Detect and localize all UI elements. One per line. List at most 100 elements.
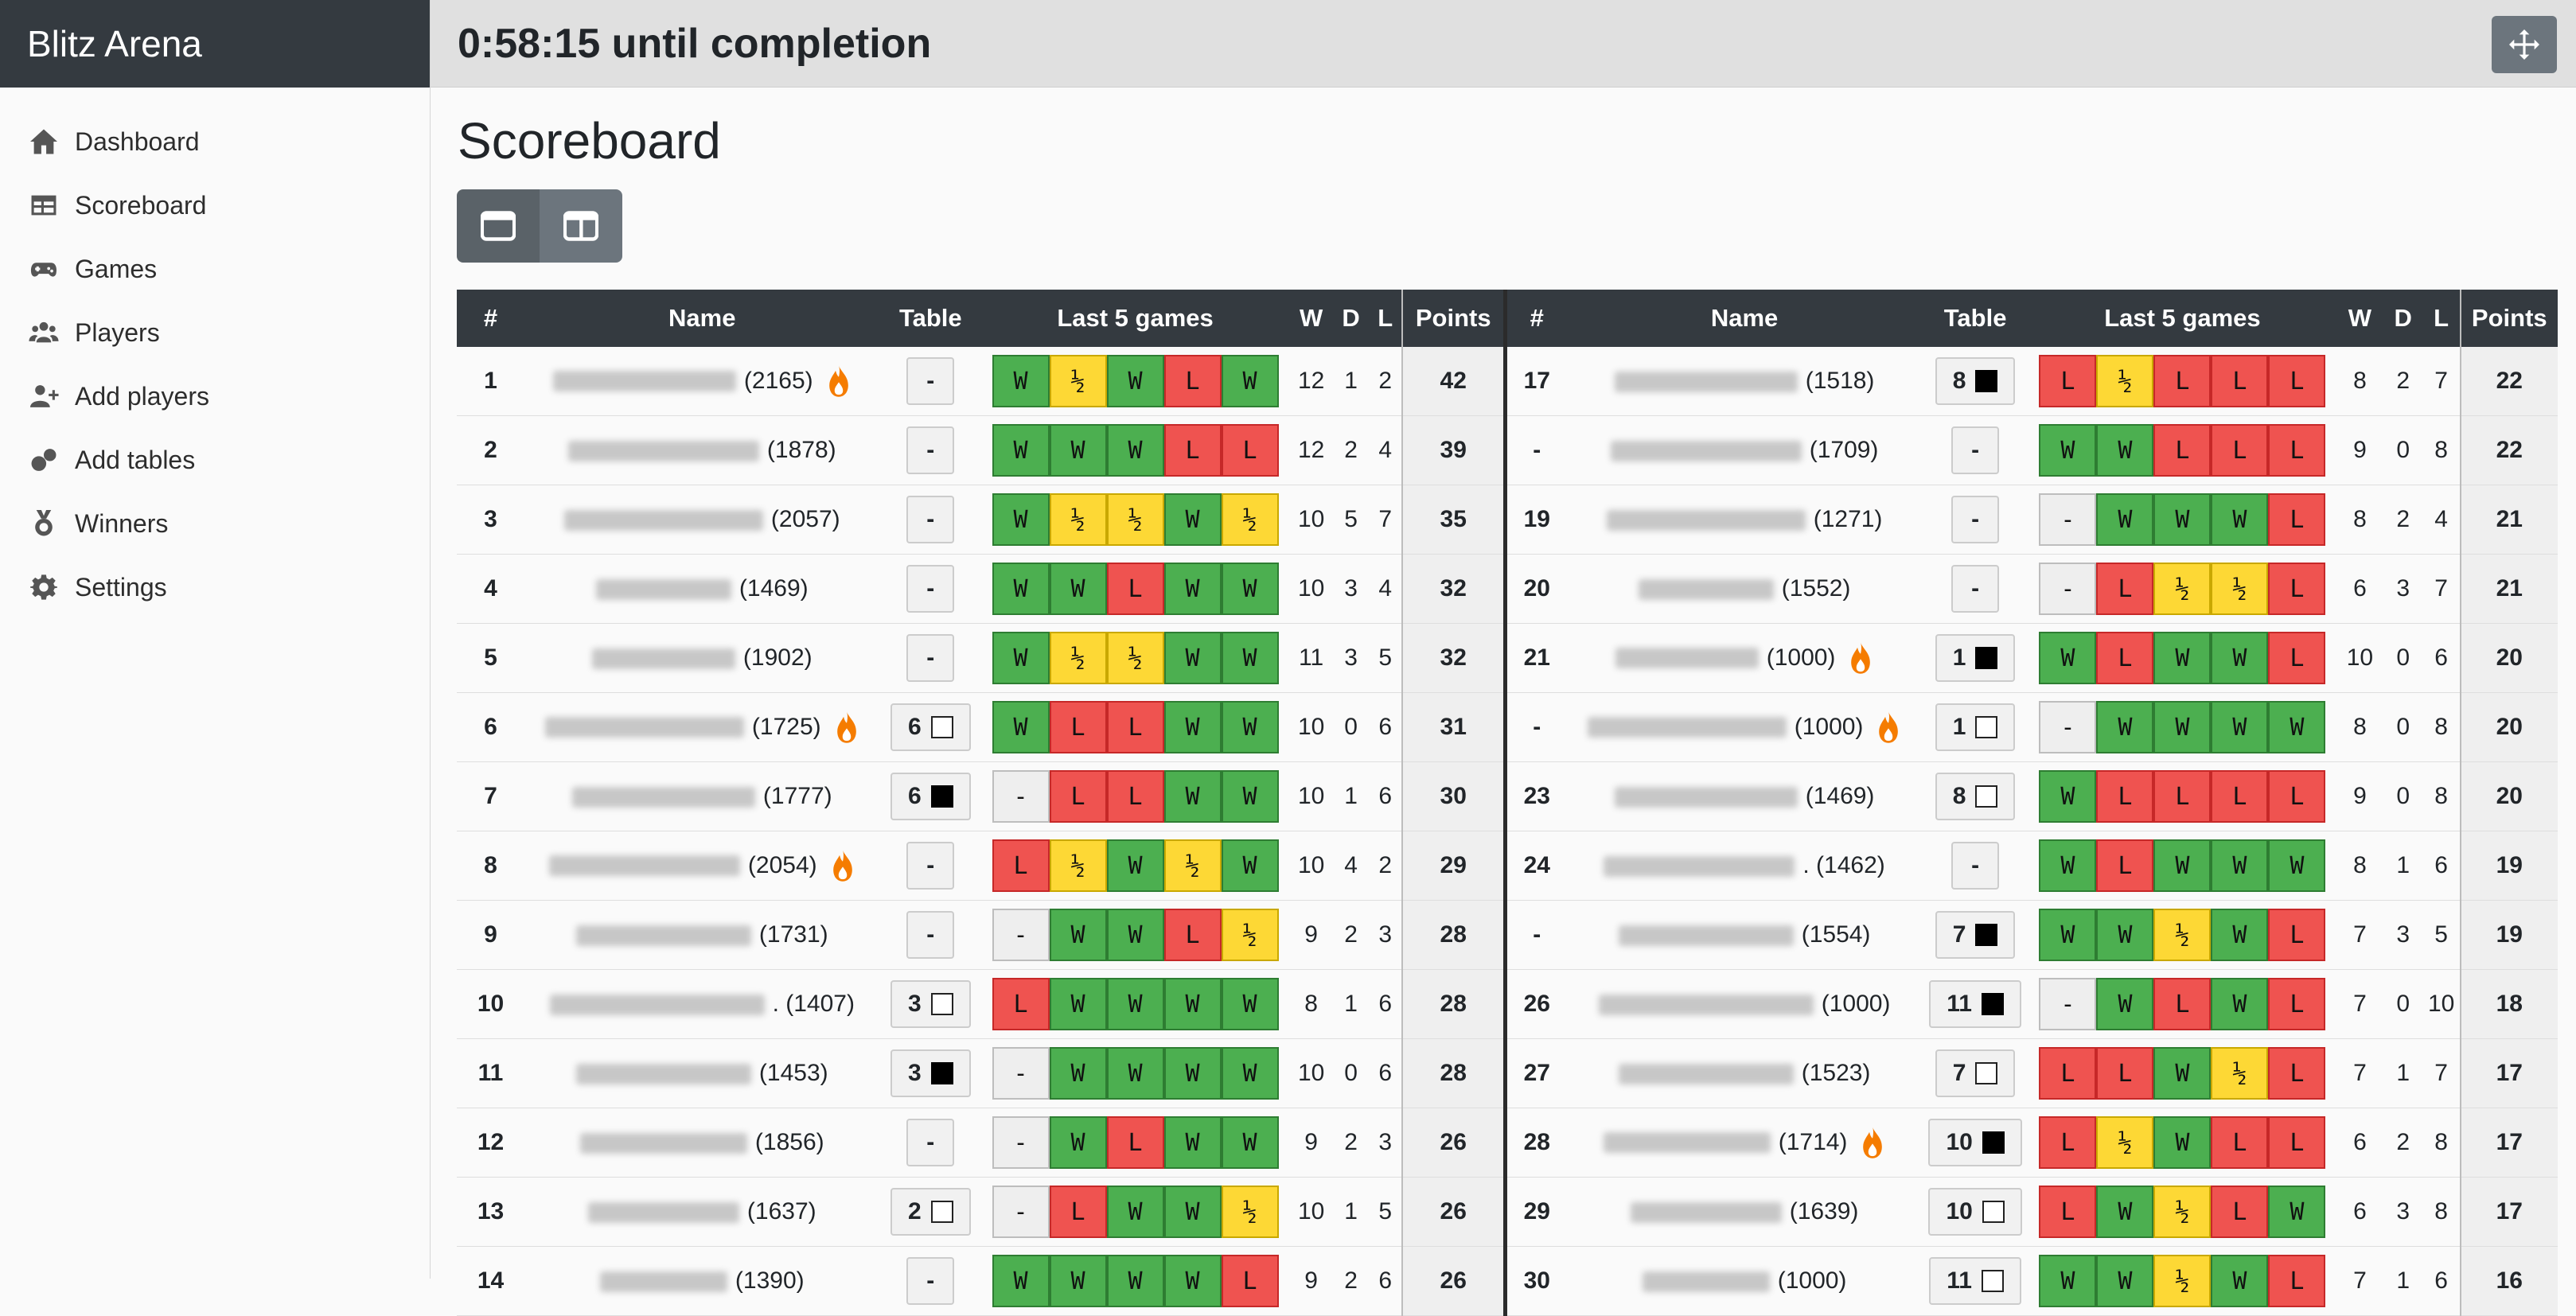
- name-cell[interactable]: (1000): [1566, 623, 1923, 693]
- move-button[interactable]: [2492, 16, 2557, 73]
- col-draws[interactable]: D: [2383, 290, 2423, 347]
- last5-cell: -WWWW: [2028, 692, 2337, 762]
- name-cell[interactable]: (2057): [524, 485, 880, 555]
- sidebar-item-label: Settings: [75, 572, 167, 602]
- two-column-view-button[interactable]: [540, 189, 622, 263]
- name-cell[interactable]: (1390): [524, 1246, 880, 1316]
- game-result: ½: [2211, 563, 2269, 615]
- name-cell[interactable]: (1523): [1566, 1038, 1923, 1108]
- name-cell[interactable]: (1725): [524, 692, 880, 762]
- name-cell[interactable]: (1518): [1566, 347, 1923, 416]
- col-losses[interactable]: L: [1368, 290, 1403, 347]
- name-cell[interactable]: (1554): [1566, 900, 1923, 970]
- draws-cell: 2: [1333, 1246, 1369, 1316]
- rank-cell: 23: [1507, 761, 1567, 831]
- sidebar-item-settings[interactable]: Settings: [0, 555, 430, 619]
- player-name-redacted: [1614, 371, 1798, 392]
- name-cell[interactable]: (1856): [524, 1108, 880, 1178]
- name-cell[interactable]: (1552): [1566, 554, 1923, 624]
- rank-cell: 19: [1507, 485, 1567, 555]
- player-rating: (1639): [1789, 1198, 1859, 1225]
- losses-cell: 8: [2422, 692, 2461, 762]
- name-cell[interactable]: (1777): [524, 761, 880, 831]
- game-result: L: [2268, 1116, 2326, 1169]
- table-badge: -: [906, 426, 955, 474]
- name-cell[interactable]: (1878): [524, 415, 880, 485]
- game-result: L: [992, 978, 1050, 1030]
- sidebar-item-winners[interactable]: Winners: [0, 492, 430, 555]
- name-cell[interactable]: (2054): [524, 831, 880, 901]
- name-cell[interactable]: . (1407): [524, 969, 880, 1039]
- losses-cell: 6: [2422, 1246, 2461, 1316]
- table-badge: 7: [1935, 1049, 2016, 1097]
- player-name-redacted: [1618, 1063, 1794, 1084]
- col-draws[interactable]: D: [1333, 290, 1369, 347]
- table-number: 8: [1952, 783, 1966, 809]
- table-row: 12 (1856) - - W L W W 9 2 3 26: [457, 1108, 1503, 1178]
- app-title[interactable]: Blitz Arena: [0, 0, 430, 88]
- player-name-redacted: [1610, 440, 1802, 461]
- name-cell[interactable]: (1637): [524, 1177, 880, 1247]
- col-wins[interactable]: W: [1289, 290, 1334, 347]
- name-cell[interactable]: (1714): [1566, 1108, 1923, 1178]
- col-table[interactable]: Table: [1922, 290, 2028, 347]
- col-name[interactable]: Name: [524, 290, 880, 347]
- game-result: W: [992, 1255, 1050, 1307]
- draws-cell: 0: [2383, 415, 2423, 485]
- single-column-view-button[interactable]: [457, 189, 540, 263]
- rank-cell: 30: [1507, 1246, 1567, 1316]
- name-cell[interactable]: (1731): [524, 900, 880, 970]
- name-cell[interactable]: (1000): [1566, 1246, 1923, 1316]
- table-row: 19 (1271) - - W W W L 8 2 4 21: [1507, 485, 2558, 555]
- fire-streak-icon: [1848, 641, 1873, 675]
- col-points[interactable]: Points: [1401, 290, 1503, 347]
- game-result: W: [1106, 909, 1164, 961]
- name-cell[interactable]: (1000): [1566, 692, 1923, 762]
- name-cell[interactable]: (1000): [1566, 969, 1923, 1039]
- name-cell[interactable]: (1453): [524, 1038, 880, 1108]
- points-cell: 32: [1401, 554, 1503, 624]
- game-result: L: [2268, 355, 2326, 407]
- sidebar-item-scoreboard[interactable]: Scoreboard: [0, 173, 430, 237]
- player-name-redacted: [548, 855, 740, 876]
- table-cell: 8: [1922, 347, 2028, 416]
- col-last5[interactable]: Last 5 games: [981, 290, 1289, 347]
- name-cell[interactable]: (1902): [524, 623, 880, 693]
- table-cell: -: [879, 347, 982, 416]
- game-result: ½: [1106, 632, 1164, 684]
- rank-cell: 7: [457, 761, 525, 831]
- col-table[interactable]: Table: [879, 290, 982, 347]
- name-cell[interactable]: (1469): [524, 554, 880, 624]
- col-last5[interactable]: Last 5 games: [2028, 290, 2337, 347]
- game-result: W: [2096, 1186, 2154, 1238]
- player-name-redacted: [591, 648, 735, 669]
- sidebar-item-games[interactable]: Games: [0, 237, 430, 301]
- col-name[interactable]: Name: [1566, 290, 1923, 347]
- game-result: W: [1163, 493, 1222, 546]
- game-result: -: [992, 770, 1050, 823]
- name-cell[interactable]: (1639): [1566, 1177, 1923, 1247]
- col-wins[interactable]: W: [2336, 290, 2383, 347]
- col-losses[interactable]: L: [2422, 290, 2461, 347]
- points-cell: 26: [1401, 1177, 1503, 1247]
- sidebar-item-add-players[interactable]: Add players: [0, 364, 430, 428]
- rank-cell: 1: [457, 347, 525, 416]
- rank-cell: 4: [457, 554, 525, 624]
- table-cell: -: [1922, 415, 2028, 485]
- name-cell[interactable]: (1271): [1566, 485, 1923, 555]
- game-result: L: [1163, 424, 1222, 477]
- sidebar-item-add-tables[interactable]: Add tables: [0, 428, 430, 492]
- game-result: L: [992, 839, 1050, 892]
- name-cell[interactable]: (2165): [524, 347, 880, 416]
- table-cell: -: [879, 1246, 982, 1316]
- name-cell[interactable]: . (1462): [1566, 831, 1923, 901]
- sidebar-item-dashboard[interactable]: Dashboard: [0, 110, 430, 173]
- last5-cell: L½WLL: [2028, 1108, 2337, 1178]
- name-cell[interactable]: (1709): [1566, 415, 1923, 485]
- col-rank[interactable]: #: [1507, 290, 1567, 347]
- rank-cell: -: [1507, 900, 1567, 970]
- sidebar-item-players[interactable]: Players: [0, 301, 430, 364]
- col-rank[interactable]: #: [457, 290, 525, 347]
- name-cell[interactable]: (1469): [1566, 761, 1923, 831]
- col-points[interactable]: Points: [2459, 290, 2558, 347]
